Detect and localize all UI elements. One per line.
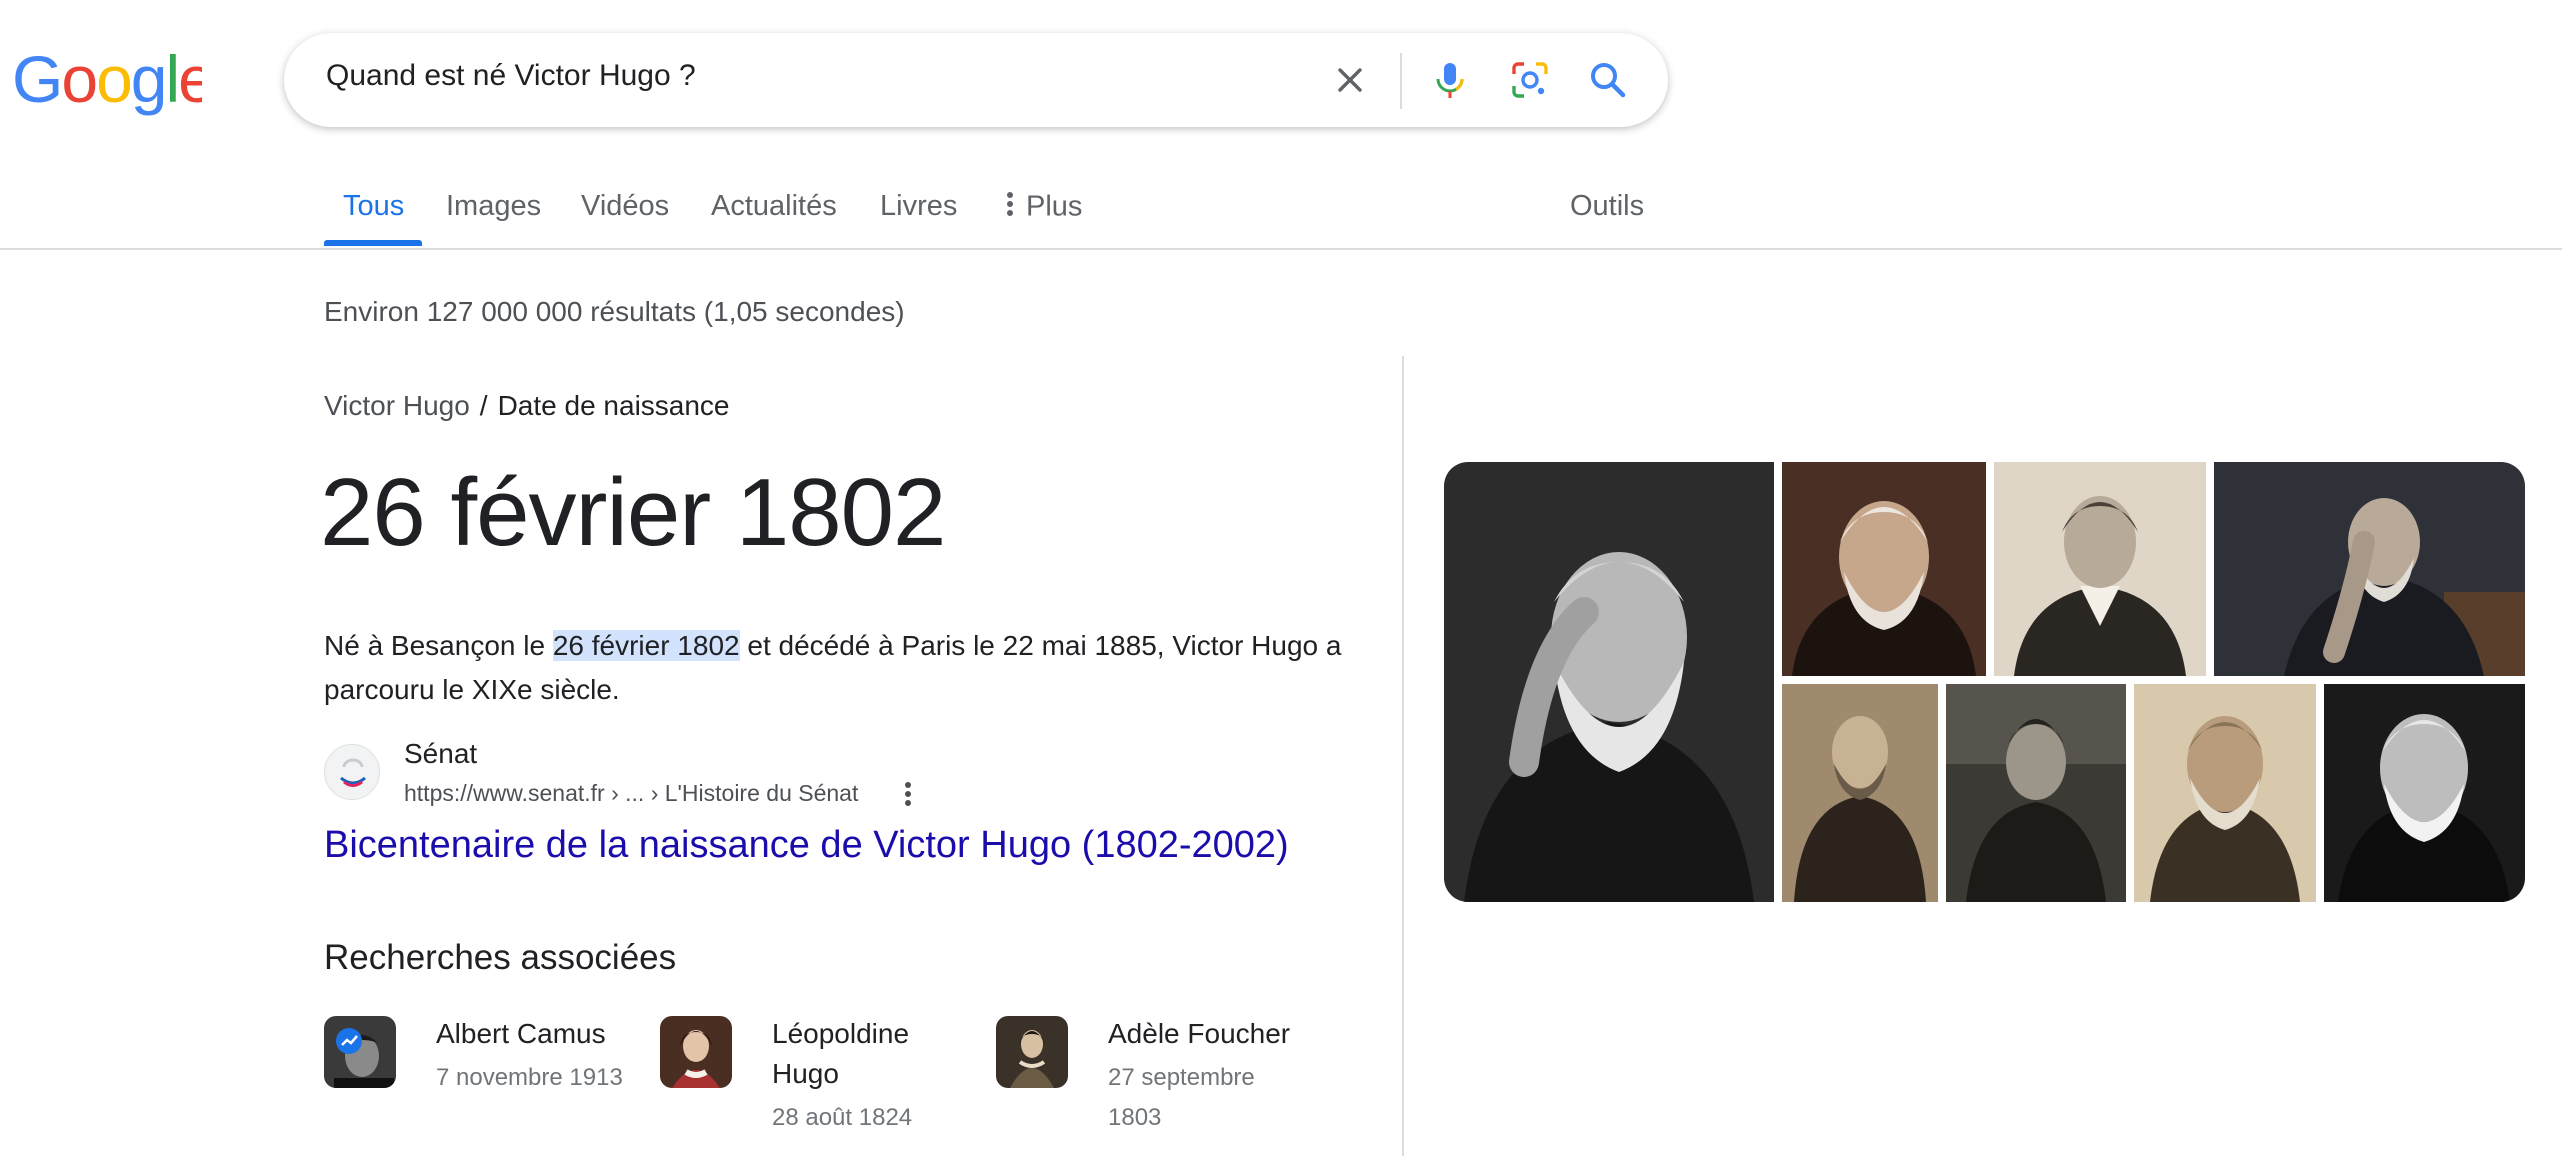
- breadcrumb-link[interactable]: Victor Hugo: [324, 390, 470, 421]
- avatar: [660, 1016, 732, 1088]
- active-tab-indicator: [324, 240, 422, 246]
- search-box-divider: [1400, 53, 1402, 109]
- more-vert-icon: [1006, 190, 1014, 226]
- google-logo[interactable]: Google: [12, 42, 215, 116]
- search-tabs: Tous Images Vidéos Actualités Livres Plu…: [0, 180, 2562, 248]
- portrait-image[interactable]: [2214, 462, 2525, 676]
- related-name: Albert Camus: [436, 1018, 606, 1049]
- related-item-leopoldine-hugo[interactable]: Léopoldine Hugo 28 août 1824: [660, 1014, 980, 1164]
- microphone-icon[interactable]: [1426, 56, 1474, 104]
- related-item-albert-camus[interactable]: Albert Camus 7 novembre 1913: [324, 1014, 644, 1164]
- column-divider: [1402, 356, 1404, 1156]
- tab-actualites[interactable]: Actualités: [711, 190, 837, 223]
- avatar: [324, 1016, 396, 1088]
- source-url[interactable]: https://www.senat.fr › ... › L'Histoire …: [404, 780, 858, 807]
- lens-icon[interactable]: [1506, 56, 1554, 104]
- source-name[interactable]: Sénat: [404, 738, 477, 770]
- tab-videos[interactable]: Vidéos: [581, 190, 669, 223]
- portrait-image[interactable]: [1782, 684, 1938, 902]
- svg-text:Google: Google: [12, 48, 202, 116]
- related-date: 7 novembre 1913: [436, 1064, 623, 1091]
- tools-button[interactable]: Outils: [1570, 190, 1644, 223]
- featured-snippet: Né à Besançon le 26 février 1802 et décé…: [324, 624, 1344, 712]
- avatar: [996, 1016, 1068, 1088]
- breadcrumb: Victor Hugo / Date de naissance: [324, 390, 730, 422]
- related-name: Adèle Foucher: [1108, 1018, 1291, 1049]
- senat-favicon[interactable]: [324, 744, 380, 800]
- tabs-divider: [0, 248, 2562, 250]
- clear-icon[interactable]: [1326, 56, 1374, 104]
- tab-plus-label: Plus: [1026, 190, 1083, 223]
- related-item-adele-foucher[interactable]: Adèle Foucher 27 septembre 1803: [996, 1014, 1316, 1164]
- portrait-image[interactable]: [1994, 462, 2206, 676]
- portrait-image[interactable]: [2134, 684, 2316, 902]
- portrait-image[interactable]: [1444, 462, 1774, 902]
- more-vert-icon[interactable]: [896, 778, 920, 810]
- image-gallery: [1444, 462, 2525, 902]
- related-date: 27 septembre 1803: [1108, 1064, 1255, 1131]
- featured-answer: 26 février 1802: [320, 459, 946, 566]
- search-box[interactable]: Quand est né Victor Hugo ?: [284, 33, 1668, 127]
- portrait-image[interactable]: [1946, 684, 2126, 902]
- result-title-link[interactable]: Bicentenaire de la naissance de Victor H…: [324, 824, 1289, 867]
- portrait-image[interactable]: [1782, 462, 1986, 676]
- search-input[interactable]: Quand est né Victor Hugo ?: [326, 59, 696, 93]
- tab-tous[interactable]: Tous: [343, 190, 404, 223]
- tab-livres[interactable]: Livres: [880, 190, 957, 223]
- search-icon[interactable]: [1584, 56, 1632, 104]
- breadcrumb-separator: /: [479, 390, 488, 421]
- related-name: Léopoldine Hugo: [772, 1018, 910, 1089]
- tab-images[interactable]: Images: [446, 190, 541, 223]
- tab-plus[interactable]: Plus: [1006, 190, 1082, 226]
- result-stats: Environ 127 000 000 résultats (1,05 seco…: [324, 296, 905, 327]
- breadcrumb-current: Date de naissance: [497, 390, 730, 421]
- snippet-highlight: 26 février 1802: [552, 630, 740, 661]
- related-searches-title: Recherches associées: [324, 938, 677, 977]
- related-date: 28 août 1824: [772, 1104, 913, 1131]
- portrait-image[interactable]: [2324, 684, 2525, 902]
- snippet-text-before: Né à Besançon le: [324, 630, 553, 661]
